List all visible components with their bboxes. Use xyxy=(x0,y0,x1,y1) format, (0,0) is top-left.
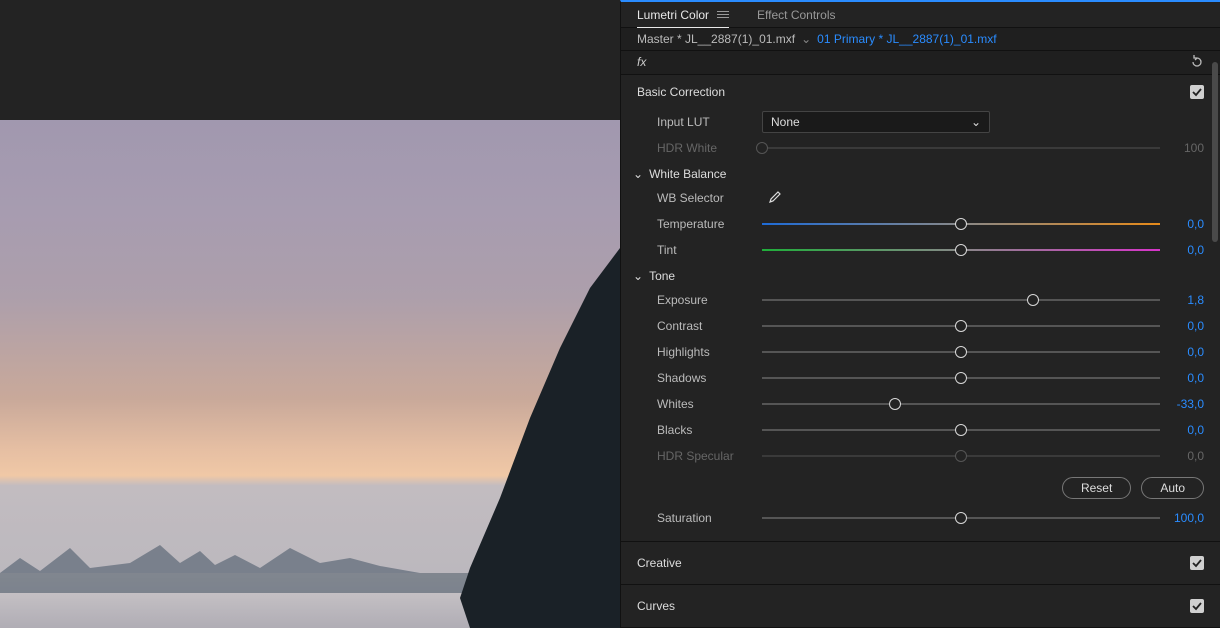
slider-whites[interactable] xyxy=(762,395,1160,413)
value-highlights[interactable]: 0,0 xyxy=(1170,345,1204,359)
section-basic-correction: Basic Correction Input LUT None ⌄ HDR Wh… xyxy=(621,75,1220,542)
slider-thumb xyxy=(955,450,967,462)
slider-shadows[interactable] xyxy=(762,369,1160,387)
checkbox-creative[interactable] xyxy=(1190,556,1204,570)
reset-button[interactable]: Reset xyxy=(1062,477,1131,499)
preview-monitor xyxy=(0,0,620,628)
reset-effect-icon[interactable] xyxy=(1190,55,1204,69)
slider-hdr-specular xyxy=(762,447,1160,465)
section-title[interactable]: Basic Correction xyxy=(637,85,725,99)
checkbox-basic-correction[interactable] xyxy=(1190,85,1204,99)
slider-thumb[interactable] xyxy=(955,244,967,256)
panel-menu-icon[interactable] xyxy=(717,11,729,18)
group-tone[interactable]: ⌄ Tone xyxy=(633,269,1204,283)
label-tint: Tint xyxy=(657,243,752,257)
slider-thumb xyxy=(756,142,768,154)
chevron-down-icon: ⌄ xyxy=(633,167,643,181)
slider-contrast[interactable] xyxy=(762,317,1160,335)
value-tint[interactable]: 0,0 xyxy=(1170,243,1204,257)
tab-effect-controls[interactable]: Effect Controls xyxy=(757,8,835,22)
slider-highlights[interactable] xyxy=(762,343,1160,361)
value-exposure[interactable]: 1,8 xyxy=(1170,293,1204,307)
label-blacks: Blacks xyxy=(657,423,752,437)
slider-thumb[interactable] xyxy=(955,512,967,524)
slider-thumb[interactable] xyxy=(1027,294,1039,306)
value-whites[interactable]: -33,0 xyxy=(1170,397,1204,411)
value-blacks[interactable]: 0,0 xyxy=(1170,423,1204,437)
value-temperature[interactable]: 0,0 xyxy=(1170,217,1204,231)
slider-thumb[interactable] xyxy=(955,346,967,358)
label-input-lut: Input LUT xyxy=(657,115,752,129)
label-highlights: Highlights xyxy=(657,345,752,359)
scrollbar-thumb[interactable] xyxy=(1212,62,1218,242)
breadcrumb-master: Master * JL__2887(1)_01.mxf xyxy=(637,32,795,46)
fx-icon[interactable]: fx xyxy=(637,55,646,69)
breadcrumb-primary[interactable]: 01 Primary * JL__2887(1)_01.mxf xyxy=(817,32,996,46)
slider-thumb[interactable] xyxy=(955,424,967,436)
slider-saturation[interactable] xyxy=(762,509,1160,527)
value-hdr-specular: 0,0 xyxy=(1170,449,1204,463)
value-shadows[interactable]: 0,0 xyxy=(1170,371,1204,385)
breadcrumb: Master * JL__2887(1)_01.mxf ⌄ 01 Primary… xyxy=(621,28,1220,50)
label-hdr-specular: HDR Specular xyxy=(657,449,752,463)
tab-lumetri-color[interactable]: Lumetri Color xyxy=(637,8,729,29)
auto-button[interactable]: Auto xyxy=(1141,477,1204,499)
group-label: White Balance xyxy=(649,167,726,181)
chevron-down-icon: ⌄ xyxy=(971,115,981,129)
select-input-lut[interactable]: None ⌄ xyxy=(762,111,990,133)
slider-hdr-white xyxy=(762,139,1160,157)
group-white-balance[interactable]: ⌄ White Balance xyxy=(633,167,1204,181)
label-shadows: Shadows xyxy=(657,371,752,385)
slider-temperature[interactable] xyxy=(762,215,1160,233)
slider-thumb[interactable] xyxy=(955,218,967,230)
label-whites: Whites xyxy=(657,397,752,411)
value-contrast[interactable]: 0,0 xyxy=(1170,319,1204,333)
label-wb-selector: WB Selector xyxy=(657,191,752,205)
label-exposure: Exposure xyxy=(657,293,752,307)
section-title: Creative xyxy=(637,556,682,570)
checkbox-curves[interactable] xyxy=(1190,599,1204,613)
slider-blacks[interactable] xyxy=(762,421,1160,439)
label-temperature: Temperature xyxy=(657,217,752,231)
label-saturation: Saturation xyxy=(657,511,752,525)
lumetri-panel: Lumetri Color Effect Controls Master * J… xyxy=(620,0,1220,628)
slider-exposure[interactable] xyxy=(762,291,1160,309)
panel-tabs: Lumetri Color Effect Controls xyxy=(621,2,1220,28)
slider-tint[interactable] xyxy=(762,241,1160,259)
label-contrast: Contrast xyxy=(657,319,752,333)
slider-thumb[interactable] xyxy=(955,372,967,384)
eyedropper-icon[interactable] xyxy=(766,190,782,206)
section-title: Curves xyxy=(637,599,675,613)
group-label: Tone xyxy=(649,269,675,283)
fx-header: fx xyxy=(621,50,1220,75)
select-value: None xyxy=(771,115,800,129)
section-curves[interactable]: Curves xyxy=(621,585,1220,628)
foreground-mountain xyxy=(420,258,620,628)
value-saturation[interactable]: 100,0 xyxy=(1170,511,1204,525)
chevron-down-icon[interactable]: ⌄ xyxy=(801,32,811,46)
section-creative[interactable]: Creative xyxy=(621,542,1220,585)
chevron-down-icon: ⌄ xyxy=(633,269,643,283)
preview-image xyxy=(0,120,620,628)
tab-label: Lumetri Color xyxy=(637,8,709,22)
tab-label: Effect Controls xyxy=(757,8,835,22)
slider-thumb[interactable] xyxy=(889,398,901,410)
slider-thumb[interactable] xyxy=(955,320,967,332)
value-hdr-white: 100 xyxy=(1170,141,1204,155)
label-hdr-white: HDR White xyxy=(657,141,752,155)
